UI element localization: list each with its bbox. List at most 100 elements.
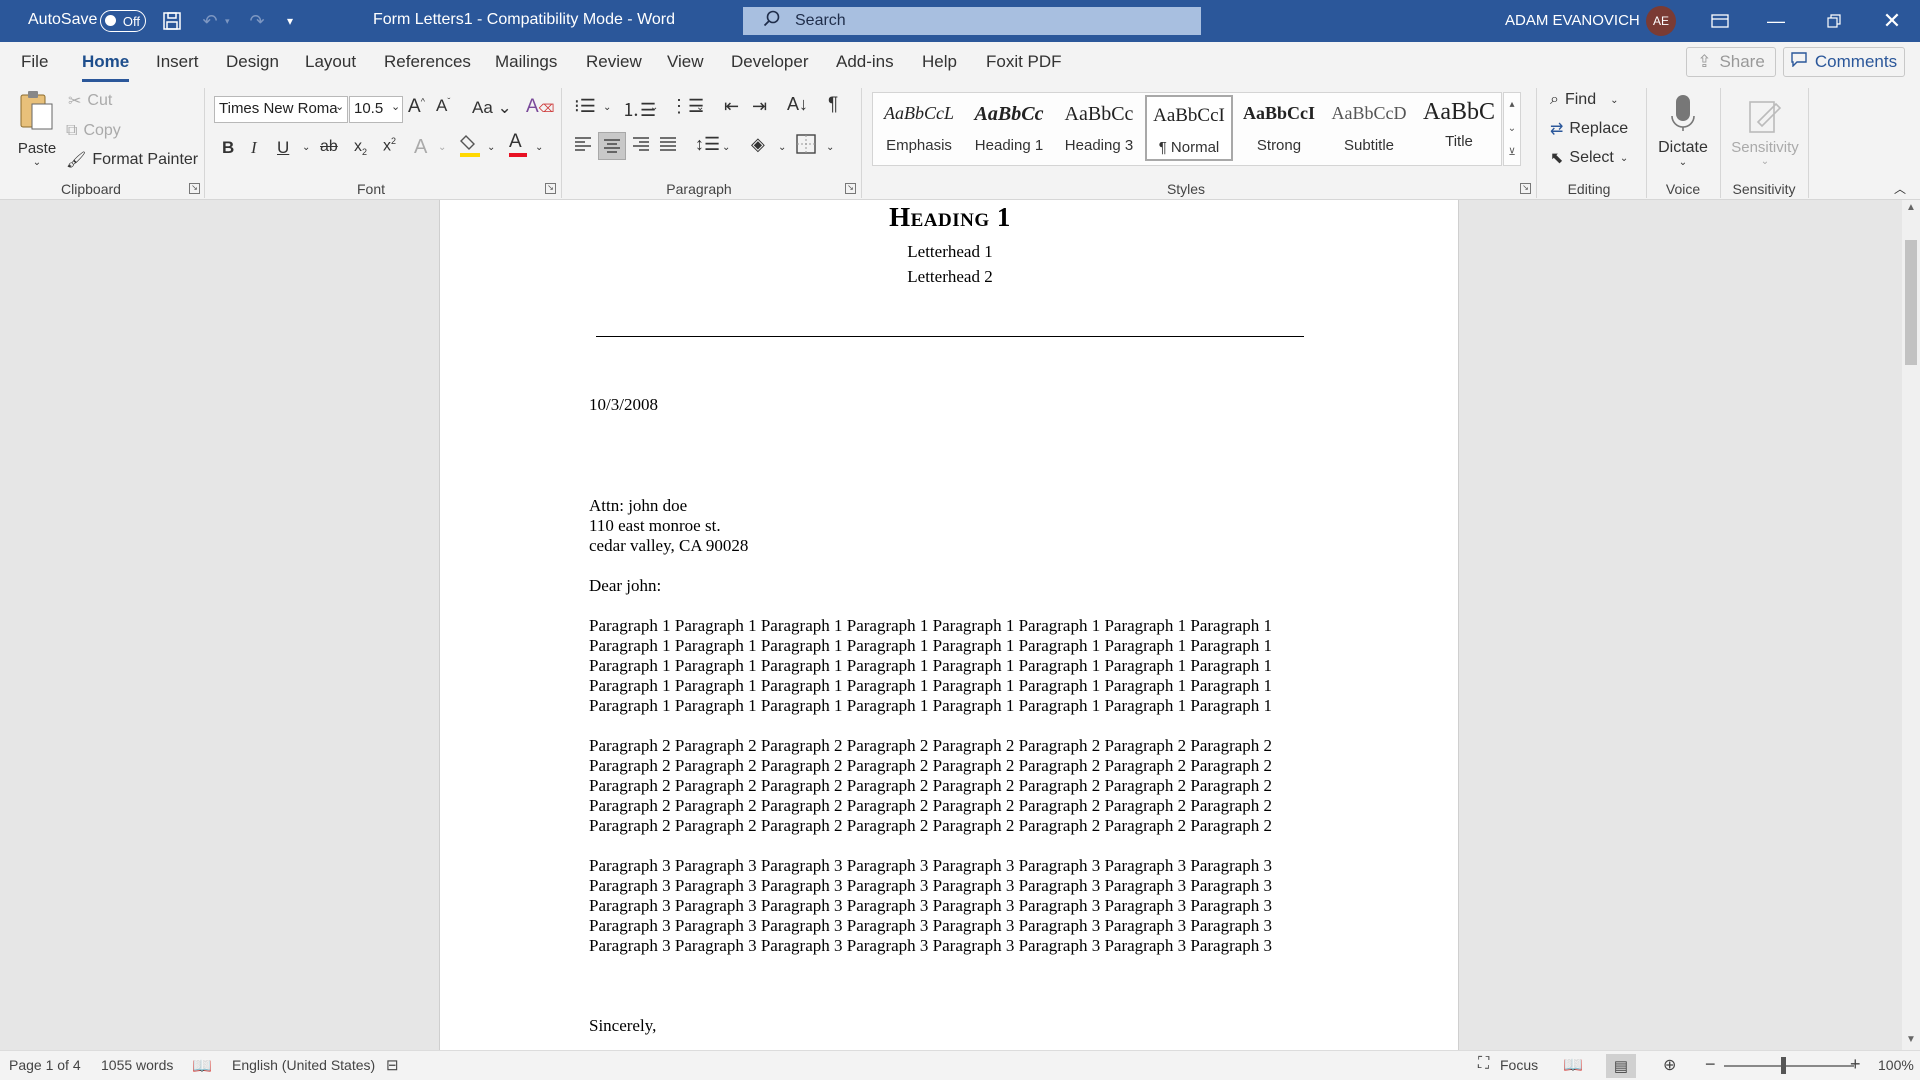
read-mode-icon[interactable]: 📖 <box>1563 1055 1583 1075</box>
scroll-thumb[interactable] <box>1905 240 1917 365</box>
line-spacing-dropdown-icon[interactable]: ⌄ <box>722 142 730 153</box>
font-launcher-icon[interactable]: ↘ <box>545 183 556 194</box>
proofing-book-icon[interactable]: 📖 <box>192 1056 212 1076</box>
justify-icon[interactable] <box>659 136 677 156</box>
tab-developer[interactable]: Developer <box>731 52 809 72</box>
shrink-font-icon[interactable]: Aˇ <box>436 96 450 116</box>
subscript-icon[interactable]: x2 <box>354 138 367 157</box>
focus-label[interactable]: Focus <box>1500 1057 1538 1073</box>
strikethrough-icon[interactable]: ab <box>320 138 338 156</box>
tab-view[interactable]: View <box>667 52 704 72</box>
scroll-up-icon[interactable]: ▲ <box>1906 202 1916 213</box>
line-spacing-icon[interactable]: ↕☰ <box>695 134 720 155</box>
zoom-slider[interactable] <box>1724 1065 1854 1067</box>
underline-dropdown-icon[interactable]: ⌄ <box>302 142 310 153</box>
minimize-icon[interactable]: — <box>1748 0 1804 42</box>
tab-home[interactable]: Home <box>82 52 130 82</box>
print-layout-icon[interactable]: ▤ <box>1606 1054 1636 1078</box>
language[interactable]: English (United States) <box>232 1057 375 1073</box>
restore-icon[interactable] <box>1806 0 1862 42</box>
gallery-down-icon[interactable]: ⌄ <box>1504 117 1520 141</box>
style-emphasis[interactable]: AaBbCcL Emphasis <box>875 93 963 163</box>
tab-foxit-pdf[interactable]: Foxit PDF <box>986 52 1062 72</box>
zoom-slider-thumb[interactable] <box>1781 1057 1786 1074</box>
align-center-icon[interactable] <box>598 132 626 160</box>
select-button[interactable]: ⬉ Select ⌄ <box>1550 146 1628 170</box>
highlight-dropdown-icon[interactable]: ⌄ <box>487 142 495 153</box>
align-right-icon[interactable] <box>632 136 650 156</box>
cut-button[interactable]: ✂ Cut <box>68 90 112 112</box>
change-case-icon[interactable]: Aa ⌄ <box>472 98 512 118</box>
borders-dropdown-icon[interactable]: ⌄ <box>826 142 834 153</box>
tab-mailings[interactable]: Mailings <box>495 52 557 72</box>
scroll-down-icon[interactable]: ▼ <box>1906 1034 1916 1045</box>
replace-button[interactable]: ⇄ Replace <box>1550 117 1628 141</box>
styles-scroll[interactable]: ▴ ⌄ ⊻ <box>1503 92 1521 166</box>
numbering-dropdown-icon[interactable]: ⌄ <box>650 102 658 113</box>
grow-font-icon[interactable]: A^ <box>408 96 425 118</box>
clear-formatting-icon[interactable]: A⌫ <box>526 96 554 118</box>
tab-references[interactable]: References <box>384 52 471 72</box>
style-normal[interactable]: AaBbCcI ¶ Normal <box>1145 95 1233 161</box>
paste-button[interactable]: Paste ⌄ <box>14 88 60 168</box>
zoom-in-icon[interactable]: + <box>1850 1054 1861 1075</box>
close-icon[interactable]: ✕ <box>1864 0 1920 42</box>
word-count[interactable]: 1055 words <box>101 1057 173 1073</box>
bullets-icon[interactable]: ⁝☰ <box>574 96 596 117</box>
font-color-icon[interactable]: A <box>509 132 527 157</box>
show-marks-icon[interactable]: ¶ <box>828 94 838 116</box>
align-left-icon[interactable] <box>574 136 592 157</box>
redo-icon[interactable]: ↷ <box>245 9 269 33</box>
decrease-indent-icon[interactable]: ⇤ <box>724 96 739 117</box>
web-layout-icon[interactable]: ⊕ <box>1663 1055 1676 1075</box>
bullets-dropdown-icon[interactable]: ⌄ <box>603 102 611 113</box>
dictate-button[interactable]: Dictate ⌄ <box>1654 88 1712 174</box>
shading-icon[interactable]: ◈ <box>751 134 765 155</box>
undo-dropdown-icon[interactable]: ▾ <box>225 16 230 27</box>
tab-file[interactable]: File <box>21 52 48 72</box>
italic-icon[interactable]: I <box>251 138 257 158</box>
multilevel-dropdown-icon[interactable]: ⌄ <box>696 102 704 113</box>
text-effects-icon[interactable]: A <box>414 136 427 159</box>
user-name[interactable]: ADAM EVANOVICH <box>1505 12 1640 29</box>
tab-layout[interactable]: Layout <box>305 52 356 72</box>
sort-icon[interactable]: A↓ <box>787 94 808 115</box>
document-page[interactable]: Heading 1 Letterhead 1 Letterhead 2 10/3… <box>439 200 1459 1050</box>
gallery-more-icon[interactable]: ⊻ <box>1504 141 1520 165</box>
tab-design[interactable]: Design <box>226 52 279 72</box>
style-title[interactable]: AaBbC Title <box>1415 93 1503 163</box>
tab-help[interactable]: Help <box>922 52 957 72</box>
tab-insert[interactable]: Insert <box>156 52 199 72</box>
save-icon[interactable] <box>160 9 184 33</box>
page-count[interactable]: Page 1 of 4 <box>9 1057 81 1073</box>
styles-launcher-icon[interactable]: ↘ <box>1520 183 1531 194</box>
comments-button[interactable]: Comments <box>1783 47 1905 77</box>
ribbon-display-icon[interactable] <box>1692 0 1748 42</box>
highlight-icon[interactable] <box>460 134 480 164</box>
customize-toolbar-icon[interactable]: ▾ <box>287 14 293 28</box>
avatar[interactable]: AE <box>1646 6 1676 36</box>
paragraph-launcher-icon[interactable]: ↘ <box>845 183 856 194</box>
text-effects-dropdown-icon[interactable]: ⌄ <box>438 142 446 153</box>
focus-icon[interactable]: ⛶ <box>1478 1055 1489 1073</box>
zoom-out-icon[interactable]: − <box>1705 1054 1716 1075</box>
clipboard-launcher-icon[interactable]: ↘ <box>189 183 200 194</box>
bold-icon[interactable]: B <box>222 138 234 158</box>
shading-dropdown-icon[interactable]: ⌄ <box>778 142 786 153</box>
increase-indent-icon[interactable]: ⇥ <box>752 96 767 117</box>
font-name-dropdown[interactable]: Times New Roma <box>214 96 348 123</box>
style-heading-3[interactable]: AaBbCc Heading 3 <box>1055 93 1143 163</box>
zoom-level[interactable]: 100% <box>1878 1057 1914 1073</box>
gallery-up-icon[interactable]: ▴ <box>1504 93 1520 117</box>
underline-icon[interactable]: U <box>277 138 289 158</box>
tab-review[interactable]: Review <box>586 52 642 72</box>
share-button[interactable]: ⇪ Share <box>1686 47 1776 77</box>
font-color-dropdown-icon[interactable]: ⌄ <box>535 142 543 153</box>
vertical-scrollbar[interactable]: ▲ ▼ <box>1902 200 1920 1050</box>
style-strong[interactable]: AaBbCcI Strong <box>1235 93 1323 163</box>
find-button[interactable]: ⌕ Find ⌄ <box>1550 88 1618 112</box>
style-subtitle[interactable]: AaBbCcD Subtitle <box>1325 93 1413 163</box>
format-painter-button[interactable]: 🖌 Format Painter <box>66 149 198 171</box>
collapse-ribbon-icon[interactable]: ︿ <box>1894 180 1906 197</box>
search-box[interactable]: Search <box>743 7 1201 35</box>
